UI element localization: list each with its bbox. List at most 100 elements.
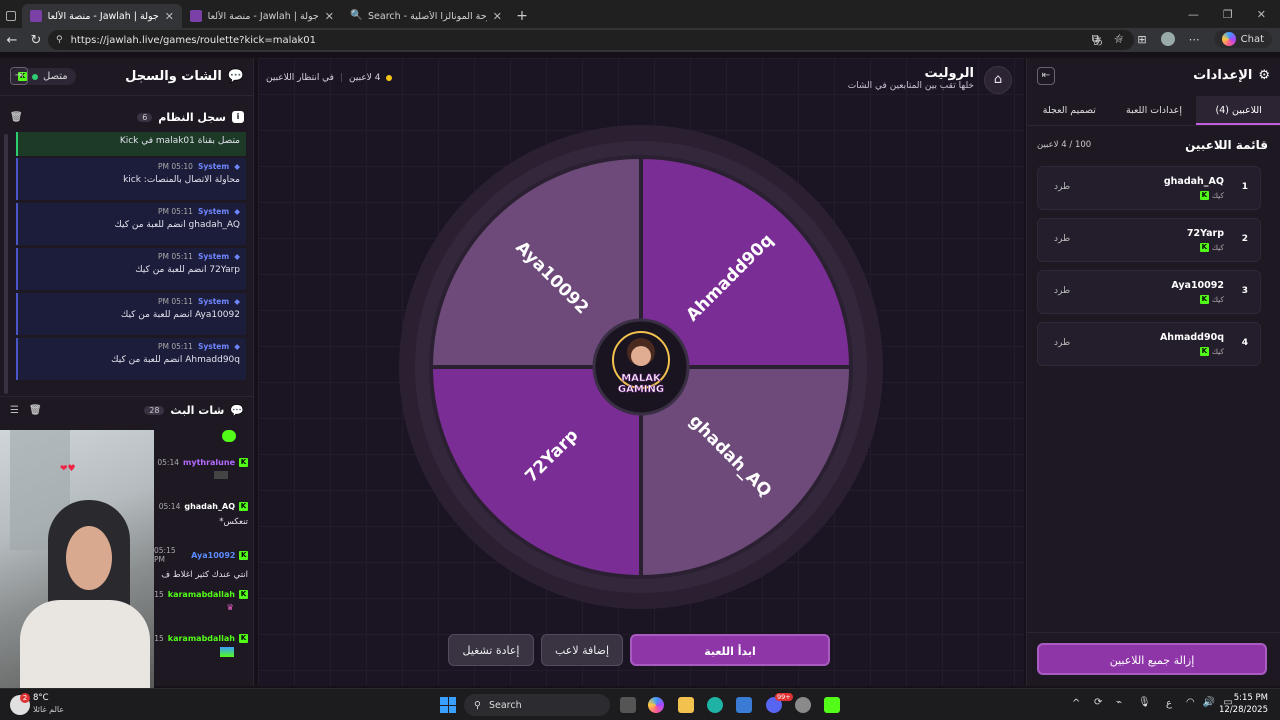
logo-avatar-face bbox=[631, 346, 651, 366]
sort-icon[interactable]: ☰ bbox=[10, 405, 19, 416]
collapse-settings-button[interactable]: ⇤ bbox=[1037, 67, 1055, 85]
copilot-chat-button[interactable]: Chat bbox=[1213, 30, 1272, 48]
tab-title: Search - لوحة المونالزا الأصلية bbox=[368, 10, 487, 22]
start-game-button[interactable]: ابدأ اللعبة bbox=[630, 634, 830, 666]
browser-tab-1[interactable]: جولة | Jawlah - منصة الألعاب التفاعلية ✕ bbox=[22, 4, 182, 28]
new-tab-icon[interactable]: + bbox=[510, 4, 534, 28]
kick-player-button[interactable]: طرد bbox=[1054, 234, 1070, 244]
back-icon[interactable]: ← bbox=[0, 33, 24, 48]
tab-title: جولة | Jawlah - منصة الألعاب التفاعلية bbox=[48, 10, 159, 22]
windows-start-icon[interactable] bbox=[440, 697, 456, 713]
add-player-button[interactable]: إضافة لاعب bbox=[541, 634, 623, 666]
favorites-icon[interactable]: ☆ bbox=[1114, 33, 1124, 46]
log-entry: ◆ System 05:11 PM Aya10092 انضم للعبة من ك… bbox=[16, 293, 246, 335]
browser-tab-2[interactable]: جولة | Jawlah - منصة الألعاب التفاعلية ✕ bbox=[182, 4, 342, 28]
players-list-title: قائمة اللاعبين bbox=[1185, 138, 1268, 152]
player-row: 3 Aya10092 كيك K طرد bbox=[1037, 270, 1261, 314]
tray-sync-icon[interactable]: ⟳ bbox=[1094, 697, 1102, 708]
close-tab-icon[interactable]: ✕ bbox=[165, 10, 174, 23]
browser-nav-bar: ← ↻ ⚲ https://jawlah.live/games/roulette… bbox=[0, 28, 1280, 52]
restart-button[interactable]: إعادة تشغيل bbox=[448, 634, 534, 666]
gear-icon: ⚙ bbox=[1258, 68, 1270, 83]
tray-network-icon[interactable]: ⌁ bbox=[1116, 697, 1122, 708]
webcam-overlay: ❤♥ bbox=[0, 430, 154, 688]
weather-badge: 2 bbox=[20, 693, 30, 703]
streamer-face bbox=[66, 526, 112, 590]
tray-mic-icon[interactable]: 🎙 bbox=[1138, 697, 1151, 708]
clear-log-icon[interactable]: 🗑 bbox=[10, 112, 23, 123]
workspaces-icon[interactable] bbox=[0, 4, 22, 28]
players-count: 4 لاعبين bbox=[349, 73, 381, 83]
tab-game-settings[interactable]: إعدادات اللعبة bbox=[1112, 96, 1197, 125]
site-info-icon[interactable]: ⚲ bbox=[56, 35, 63, 45]
discord-badge: 99+ bbox=[775, 693, 793, 701]
tray-chevron-icon[interactable]: ^ bbox=[1072, 698, 1080, 709]
url-text: https://jawlah.live/games/roulette?kick=… bbox=[70, 34, 316, 46]
settings-tabs: اللاعبين (4) إعدادات اللعبة تصميم العجلة bbox=[1027, 96, 1280, 126]
kick-icon: K bbox=[1199, 243, 1209, 252]
game-status: 4 لاعبين | في انتظار اللاعبين bbox=[266, 73, 393, 83]
clock-date[interactable]: 12/28/2025 bbox=[1214, 705, 1268, 715]
store-icon[interactable] bbox=[736, 697, 752, 713]
collapse-panel-button[interactable]: ⇥ bbox=[10, 67, 28, 85]
home-button[interactable]: ⌂ bbox=[984, 66, 1012, 94]
kick-app-icon[interactable] bbox=[824, 697, 840, 713]
log-scrollbar[interactable] bbox=[4, 134, 8, 394]
task-view-icon[interactable] bbox=[620, 697, 636, 713]
kick-player-button[interactable]: طرد bbox=[1054, 338, 1070, 348]
remove-all-players-button[interactable]: إزالة جميع اللاعبين bbox=[1037, 643, 1267, 675]
jawlah-favicon-icon bbox=[190, 10, 202, 22]
clock-time[interactable]: 5:15 PM bbox=[1222, 693, 1268, 703]
kick-icon: K bbox=[239, 502, 248, 511]
online-dot-icon bbox=[32, 73, 38, 80]
system-log-header: i سجل النظام 6 bbox=[137, 111, 244, 124]
clear-chat-icon[interactable]: 🗑 bbox=[29, 405, 42, 416]
search-favicon-icon: 🔍 bbox=[350, 10, 363, 21]
kick-icon: K bbox=[239, 458, 248, 467]
emote-icon bbox=[222, 430, 236, 442]
game-title: الروليت bbox=[924, 66, 974, 81]
log-entry: ◆ System 05:10 PM محاولة الاتصال بالمنصات:… bbox=[16, 158, 246, 200]
player-row: 1 ghadah_AQ كيك K طرد bbox=[1037, 166, 1261, 210]
file-explorer-icon[interactable] bbox=[678, 697, 694, 713]
log-entry-connected: متصل بقناة malak01 في Kick bbox=[16, 132, 246, 156]
weather-text: عالم غائلا bbox=[33, 705, 65, 714]
input-language[interactable]: ع bbox=[1166, 698, 1172, 709]
maximize-icon[interactable]: ❐ bbox=[1223, 8, 1233, 21]
settings-gear-icon[interactable] bbox=[795, 697, 811, 713]
browser-tab-3[interactable]: 🔍 Search - لوحة المونالزا الأصلية ✕ bbox=[342, 4, 510, 28]
browser-tab-bar: جولة | Jawlah - منصة الألعاب التفاعلية ✕… bbox=[0, 0, 1280, 28]
profile-avatar-icon[interactable] bbox=[1160, 32, 1175, 46]
minimize-icon[interactable]: — bbox=[1188, 8, 1199, 21]
kick-player-button[interactable]: طرد bbox=[1054, 286, 1070, 296]
close-tab-icon[interactable]: ✕ bbox=[325, 10, 334, 23]
system-icon: ◆ bbox=[234, 162, 240, 171]
close-tab-icon[interactable]: ✕ bbox=[493, 10, 502, 23]
more-menu-icon[interactable]: ⋯ bbox=[1189, 33, 1200, 46]
chat-bubble-icon: 💬 bbox=[230, 404, 244, 417]
refresh-icon[interactable]: ↻ bbox=[24, 33, 48, 48]
system-icon: ◆ bbox=[234, 297, 240, 306]
address-bar[interactable]: ⚲ https://jawlah.live/games/roulette?kic… bbox=[48, 30, 1134, 50]
system-icon: ◆ bbox=[234, 342, 240, 351]
tab-players[interactable]: اللاعبين (4) bbox=[1196, 96, 1280, 125]
taskbar-search[interactable]: ⚲ Search bbox=[464, 694, 610, 716]
kick-icon: K bbox=[1199, 191, 1209, 200]
chat-icon: 💬 bbox=[227, 69, 244, 84]
chat-label: Chat bbox=[1240, 33, 1264, 45]
close-window-icon[interactable]: ✕ bbox=[1257, 8, 1266, 21]
collections-icon[interactable]: ⊞ bbox=[1137, 33, 1146, 46]
tab-wheel-design[interactable]: تصميم العجلة bbox=[1027, 96, 1112, 125]
kick-player-button[interactable]: طرد bbox=[1054, 182, 1070, 192]
settings-title: ⚙ الإعدادات bbox=[1193, 68, 1270, 83]
copilot-taskbar-icon[interactable] bbox=[648, 697, 664, 713]
log-entry: ◆ System 05:11 PM Ahmadd90q انضم للعبة من … bbox=[16, 338, 246, 380]
edge-browser-icon[interactable] bbox=[707, 697, 723, 713]
game-subtitle: خلها تقب بين المتابعين في الشات bbox=[847, 81, 974, 91]
extensions-icon[interactable]: ⧉ bbox=[1092, 32, 1100, 46]
system-icon: ◆ bbox=[234, 207, 240, 216]
waiting-text: في انتظار اللاعبين bbox=[266, 73, 334, 83]
emote-icon bbox=[220, 647, 234, 657]
live-chat-header: 💬 شات البث 28 bbox=[144, 404, 244, 417]
roulette-wheel[interactable]: Ahmadd90qghadah_AQ72YarpAya10092 MALAK G… bbox=[398, 124, 884, 610]
